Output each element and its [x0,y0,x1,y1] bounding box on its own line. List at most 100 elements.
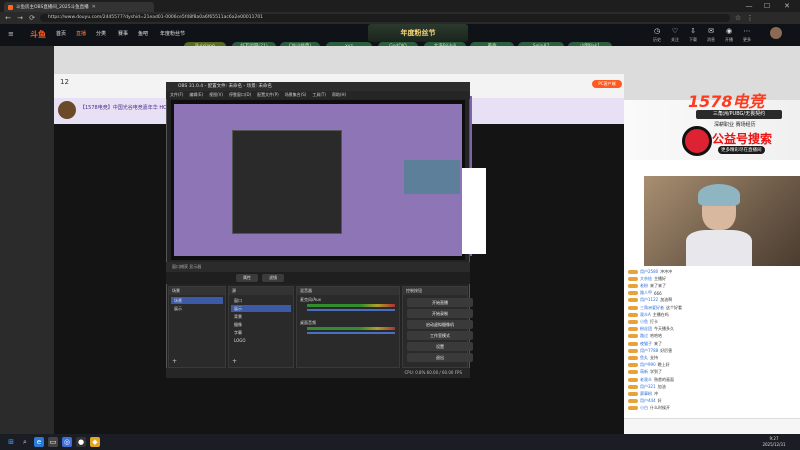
source-item[interactable]: 摄像 [231,321,291,328]
menu-icon[interactable]: ≡ [8,30,14,38]
source-item[interactable]: 背景 [231,313,291,320]
chat-username[interactable]: 大杂烩 [640,276,652,282]
obs-menu-edit[interactable]: 编辑(E) [189,91,203,99]
obs-menu-view[interactable]: 视图(V) [209,91,223,99]
chat-username[interactable]: 夜猫子 [640,341,652,347]
chat-message: 老粉 来了来了 [628,282,796,289]
chat-username[interactable]: 三角洲爱好者 [640,305,664,311]
chat-message: 小白 什么时候开 [628,405,796,412]
message-icon[interactable]: ✉ [704,27,718,35]
source-item[interactable]: 字幕 [231,329,291,336]
chat-username[interactable]: 粉丝团 [640,326,652,332]
chat-username[interactable]: 萌新 [640,369,648,375]
edge-icon[interactable]: e [34,437,44,447]
start-icon[interactable]: ⊞ [6,437,16,447]
chat-username[interactable]: 鱼丸 [640,355,648,361]
nav-yuba[interactable]: 鱼吧 [138,30,148,37]
bookmark-icon[interactable]: ☆ [734,14,742,22]
obs-menu-tools[interactable]: 工具(T) [312,91,326,99]
scene-item[interactable]: 展示 [171,305,223,312]
chat-username[interactable]: 观众A [640,312,651,318]
obs-menu-scenes[interactable]: 场景集合(S) [285,91,307,99]
volume-slider[interactable] [307,332,395,334]
add-source-icon[interactable]: + [232,358,237,365]
chat-username[interactable]: 赛事粉 [640,391,652,397]
explorer-icon[interactable]: ▭ [48,437,58,447]
follow-icon[interactable]: ♡ [668,27,682,35]
chat-text: 加油 [657,383,666,389]
reload-icon[interactable]: ⟳ [28,14,36,22]
festival-banner[interactable]: 年度粉丝节 [368,24,468,42]
volume-slider[interactable] [307,309,395,311]
scene-item[interactable]: 场景 [171,297,223,304]
chat-username[interactable]: 用户2580 [640,269,658,275]
obs-menu-docks[interactable]: 停靠窗口(D) [229,91,251,99]
chat-username[interactable]: 用户444 [640,398,656,404]
virtual-camera-button[interactable]: 启动虚拟摄像机 [407,320,473,329]
more-icon[interactable]: ⋯ [740,27,754,35]
extensions-icon[interactable]: ⋮ [746,14,754,22]
close-window-button[interactable]: ✕ [780,1,794,11]
source-item[interactable]: 展示 [231,305,291,312]
chat-username[interactable]: 小鱼 [640,319,648,325]
search-icon[interactable]: ⌕ [20,437,30,447]
chat-username[interactable]: 老粉 [640,283,648,289]
pc-client-button[interactable]: PC客户端 [592,80,622,88]
live-icon[interactable]: ◉ [722,27,736,35]
history-icon[interactable]: ◷ [650,27,664,35]
chat-username[interactable]: 用户990 [640,362,656,368]
nav-fan-festival[interactable]: 年度粉丝节 [160,30,185,37]
chat-username[interactable]: 用户1122 [640,297,658,303]
studio-mode-button[interactable]: 工作室模式 [407,331,473,340]
obs-icon[interactable]: ● [76,437,86,447]
chat-username[interactable]: 用户321 [640,384,656,390]
forward-icon[interactable]: → [16,14,24,22]
chat-username[interactable]: 小白 [640,405,648,411]
obs-menu-help[interactable]: 帮助(H) [332,91,346,99]
source-item[interactable]: LOGO [231,337,291,344]
chat-text: 冲 [654,390,658,396]
filters-button[interactable]: 滤镜 [262,274,284,282]
chat-message: 赛事粉冲 [628,390,796,397]
system-clock: 9:27 2025/12/31 [752,436,796,447]
chat-username[interactable]: 路人甲 [640,290,652,296]
douyu-logo[interactable]: 斗鱼 [30,29,46,40]
nav-category[interactable]: 分类 [96,30,106,37]
start-streaming-button[interactable]: 开始直播 [407,298,473,307]
favicon-icon [8,4,13,10]
chat-text: 熟悉的画面 [654,376,674,382]
chat-input[interactable] [624,418,800,434]
chat-text: 主播好 [654,275,666,281]
nav-events[interactable]: 赛事 [118,30,128,37]
browser-tab[interactable]: 斗鱼房主OBS直播间_2025斗鱼直播 ✕ [4,2,154,12]
back-icon[interactable]: ← [4,14,12,22]
source-item[interactable]: 窗口 [231,297,291,304]
app-icon[interactable]: ◆ [90,437,100,447]
chrome-icon[interactable]: ◎ [62,437,72,447]
settings-button[interactable]: 设置 [407,342,473,351]
nav-home[interactable]: 首页 [56,30,66,37]
url-input[interactable]: https://www.douyu.com/2445577?dyshid=21e… [40,14,730,22]
chat-message: 用户990 晚上好 [628,362,796,369]
download-icon[interactable]: ⇩ [686,27,700,35]
avatar[interactable] [770,27,782,39]
nav-live[interactable]: 直播 [76,30,86,37]
obs-menu-profile[interactable]: 配置文件(P) [257,91,279,99]
obs-properties-bar: 属性 滤镜 [166,272,470,284]
exit-button[interactable]: 退出 [407,353,473,362]
fan-badge-icon [628,291,638,296]
properties-button[interactable]: 属性 [236,274,258,282]
chat-text: 今天播多久 [654,326,674,332]
chat-message: 用户1122 加油啊 [628,297,796,304]
maximize-button[interactable]: ☐ [760,1,774,11]
add-scene-icon[interactable]: + [172,358,177,365]
tab-close-icon[interactable]: ✕ [92,4,96,10]
obs-menu-file[interactable]: 文件(F) [170,91,183,99]
start-recording-button[interactable]: 开始录制 [407,309,473,318]
streamer-avatar[interactable] [58,101,76,119]
chat-username[interactable]: 用户7788 [640,348,658,354]
chat-username[interactable]: 路过 [640,333,648,339]
chat-username[interactable]: 老观众 [640,377,652,383]
screen: 斗鱼房主OBS直播间_2025斗鱼直播 ✕ — ☐ ✕ ← → ⟳ https:… [0,0,800,450]
minimize-button[interactable]: — [742,1,756,11]
